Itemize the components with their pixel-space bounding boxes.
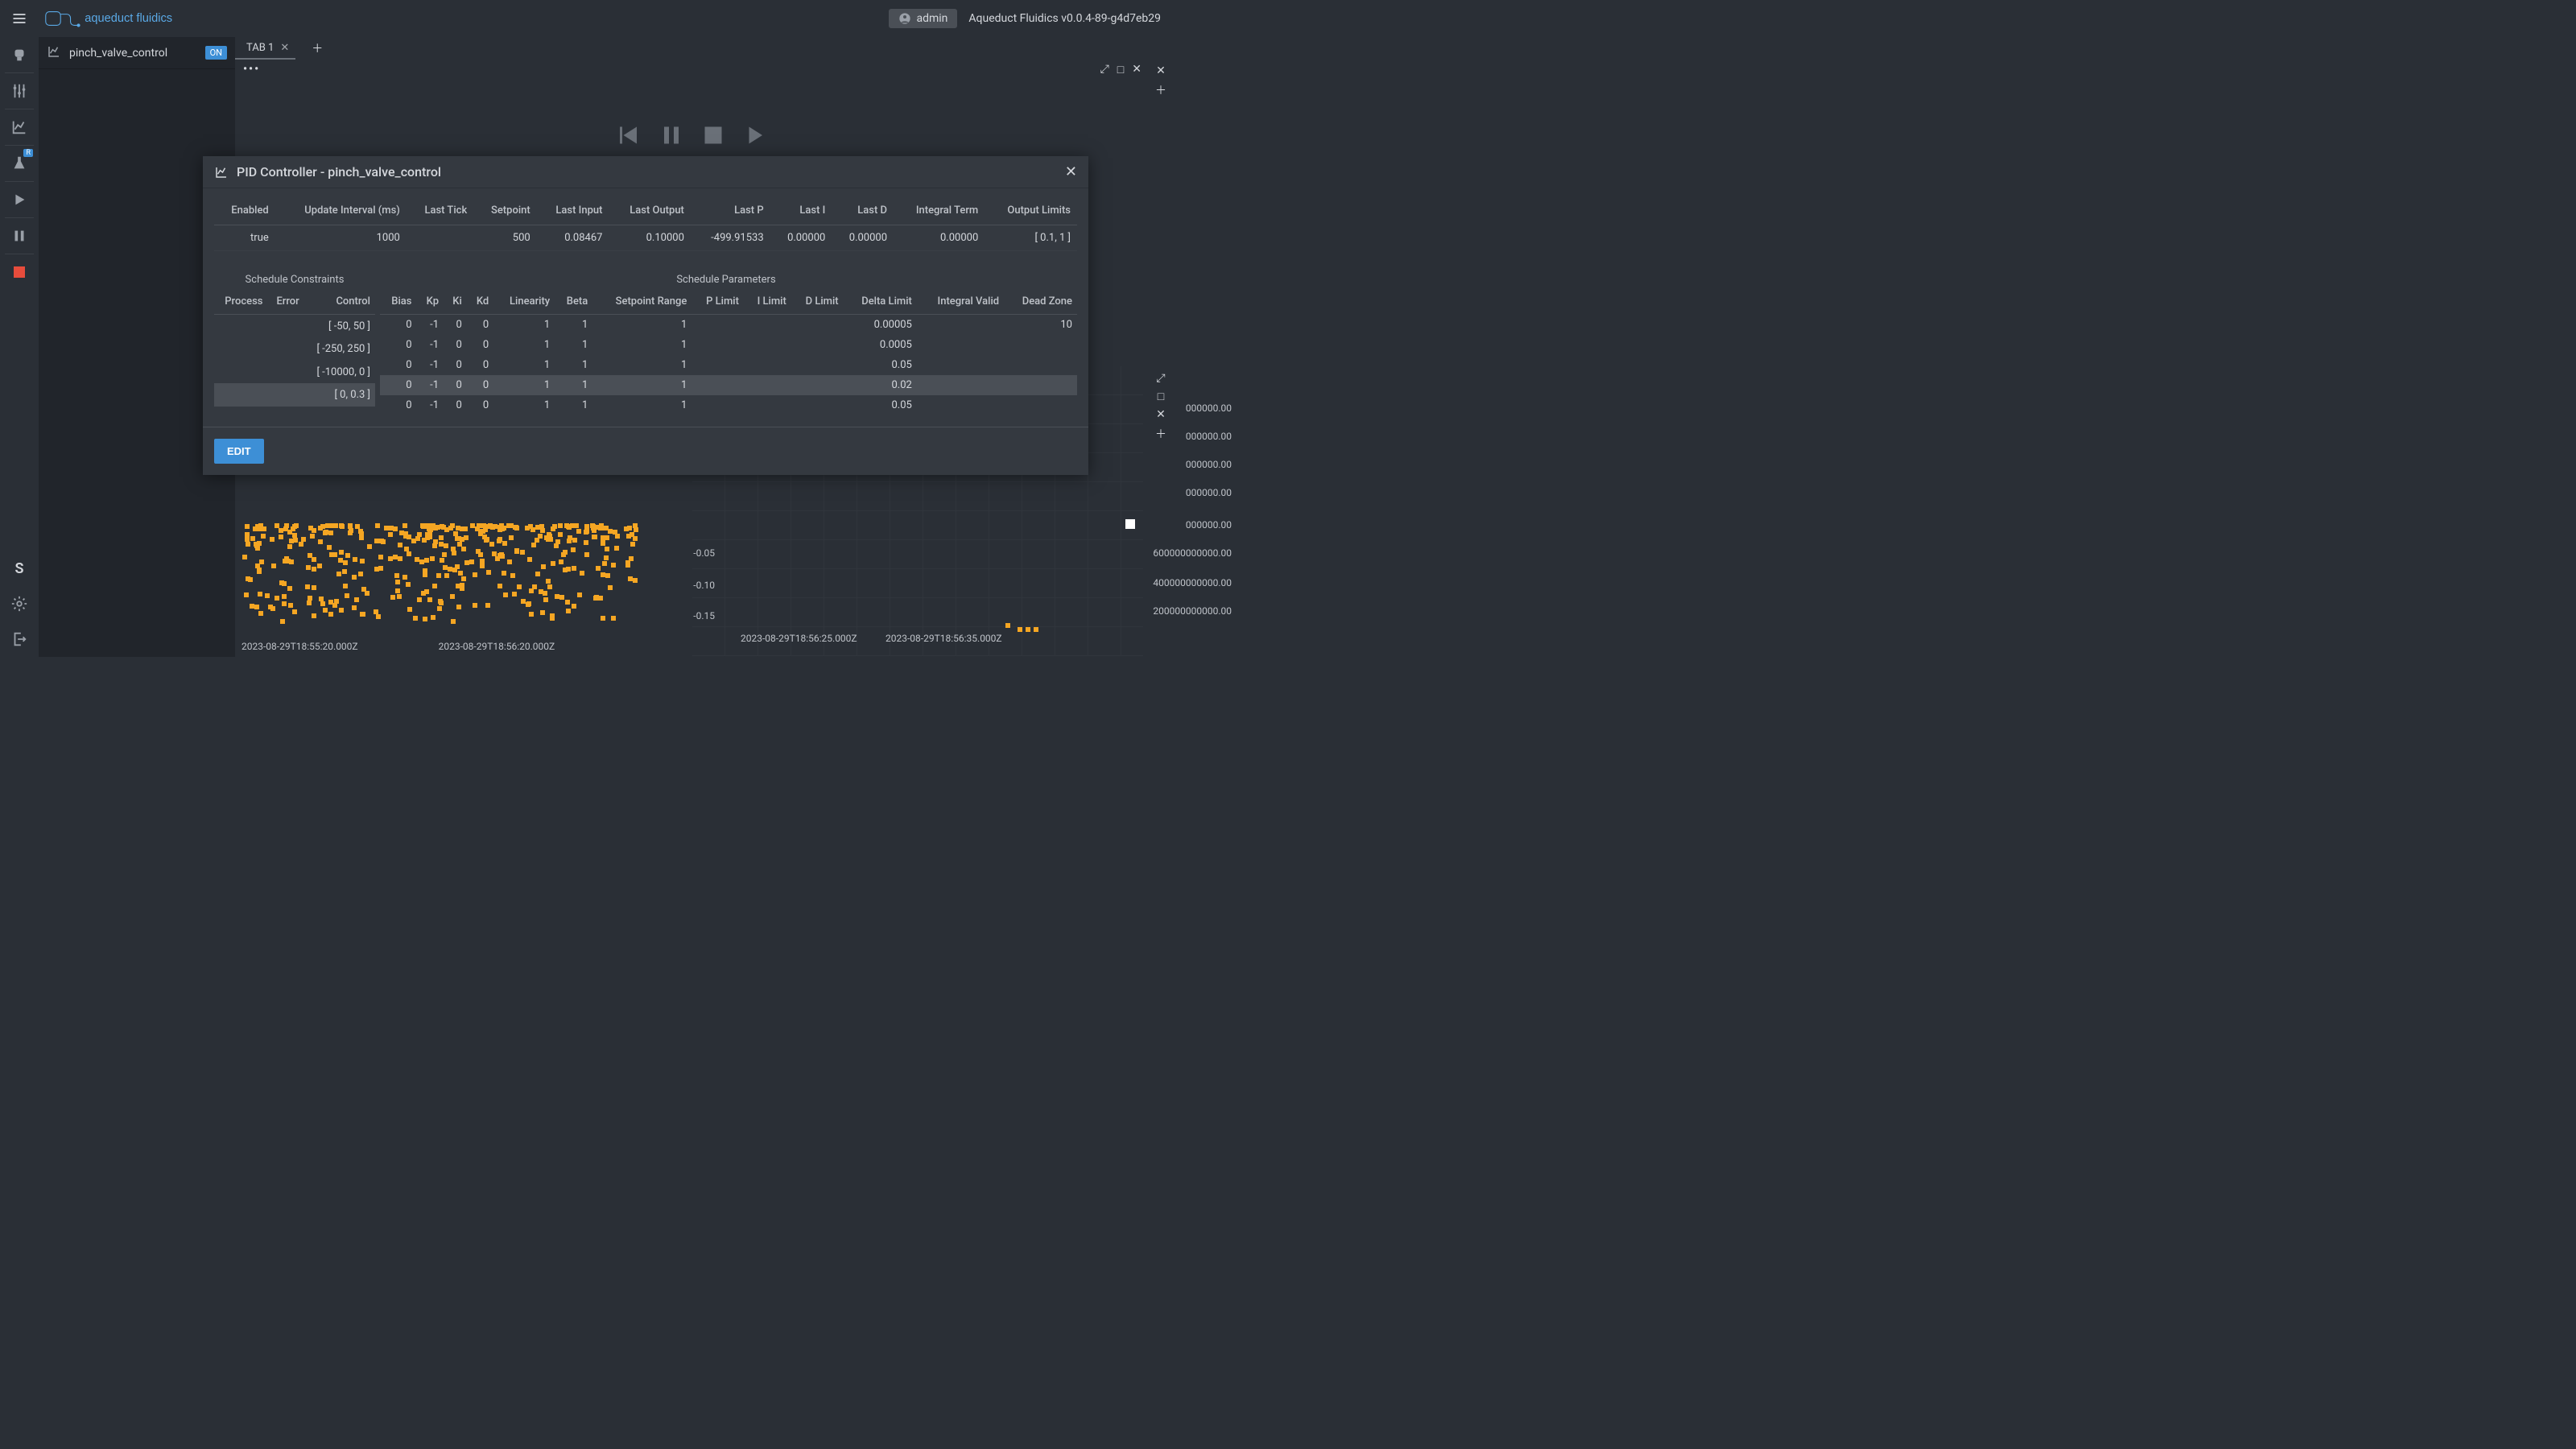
status-cell: 0.00000 bbox=[770, 225, 832, 251]
gutter-add-icon[interactable]: ＋ bbox=[1155, 82, 1166, 98]
panel-close-icon[interactable]: ✕ bbox=[1132, 63, 1141, 76]
modal-close-icon[interactable]: ✕ bbox=[1065, 163, 1077, 180]
status-header: Output Limits bbox=[985, 196, 1077, 225]
pause-icon[interactable] bbox=[657, 121, 686, 150]
status-header: Update Interval (ms) bbox=[275, 196, 407, 225]
status-cell: 0.08467 bbox=[537, 225, 609, 251]
rail-sliders-icon[interactable] bbox=[0, 73, 39, 109]
rail-robot-icon[interactable] bbox=[0, 37, 39, 72]
status-header: Last I bbox=[770, 196, 832, 225]
status-cell: true bbox=[214, 225, 275, 251]
section-constraints: Schedule Constraints bbox=[214, 251, 375, 289]
status-header: Last P bbox=[691, 196, 770, 225]
rail-flask-icon[interactable]: R bbox=[0, 146, 39, 181]
chart-icon bbox=[214, 165, 229, 180]
status-cell: 1000 bbox=[275, 225, 407, 251]
status-cell: 0.00000 bbox=[894, 225, 985, 251]
panel-collapse-icon[interactable]: ⤢ bbox=[1100, 63, 1109, 76]
brand-logo: aqueduct fluidics bbox=[45, 7, 206, 30]
status-header: Last Output bbox=[609, 196, 690, 225]
gutter-expand-icon[interactable]: ⤢ bbox=[1156, 372, 1165, 385]
rail-play-icon[interactable] bbox=[0, 182, 39, 217]
edit-button[interactable]: EDIT bbox=[214, 439, 264, 464]
status-header: Setpoint bbox=[473, 196, 536, 225]
rail-pause-icon[interactable] bbox=[0, 218, 39, 254]
panel-header: ••• ⤢ □ ✕ bbox=[235, 60, 1150, 79]
modal-title: PID Controller - pinch_valve_control bbox=[237, 164, 441, 180]
status-header: Last D bbox=[832, 196, 894, 225]
tab-label: TAB 1 bbox=[246, 42, 274, 54]
status-cell bbox=[407, 225, 473, 251]
user-chip[interactable]: admin bbox=[889, 9, 957, 28]
status-cell: 0.10000 bbox=[609, 225, 690, 251]
status-table: EnabledUpdate Interval (ms)Last TickSetp… bbox=[214, 196, 1077, 251]
on-badge: ON bbox=[205, 46, 227, 60]
user-name: admin bbox=[916, 12, 947, 25]
tab-close-icon[interactable]: ✕ bbox=[280, 42, 289, 54]
rail-gear-icon[interactable] bbox=[0, 586, 39, 621]
panel-menu-icon[interactable]: ••• bbox=[243, 63, 260, 76]
chart-left: -0.05 -0.10 -0.15 2023-08-29T18:55:20.00… bbox=[242, 523, 676, 652]
constraints-table: ProcessErrorControl [ -50, 50 ][ -250, 2… bbox=[214, 289, 375, 415]
rail-logout-icon[interactable] bbox=[0, 621, 39, 657]
rewind-icon[interactable] bbox=[615, 121, 644, 150]
app-header: aqueduct fluidics admin Aqueduct Fluidic… bbox=[0, 0, 1172, 37]
tab-add-icon[interactable]: ＋ bbox=[312, 40, 323, 56]
play-icon[interactable] bbox=[741, 121, 770, 150]
rail-s-icon[interactable]: S bbox=[0, 551, 39, 586]
right-gutter: ✕ ＋ ⤢ □ ✕ ＋ bbox=[1150, 60, 1172, 657]
pid-modal: PID Controller - pinch_valve_control ✕ E… bbox=[203, 156, 1088, 475]
status-header: Last Tick bbox=[407, 196, 473, 225]
status-cell: 0.00000 bbox=[832, 225, 894, 251]
tab-strip: TAB 1 ✕ ＋ bbox=[235, 37, 1172, 60]
stop-icon[interactable] bbox=[699, 121, 728, 150]
status-header: Enabled bbox=[214, 196, 275, 225]
rail-stop-icon[interactable] bbox=[0, 254, 39, 290]
user-icon bbox=[898, 12, 911, 25]
gutter-max-icon[interactable]: □ bbox=[1158, 390, 1164, 403]
chart-icon bbox=[47, 44, 61, 62]
menu-button[interactable] bbox=[0, 0, 39, 37]
status-cell: -499.91533 bbox=[691, 225, 770, 251]
status-cell: 500 bbox=[473, 225, 536, 251]
gutter-close-icon[interactable]: ✕ bbox=[1156, 64, 1166, 77]
modal-titlebar: PID Controller - pinch_valve_control ✕ bbox=[203, 156, 1088, 188]
tab-1[interactable]: TAB 1 ✕ bbox=[235, 37, 295, 60]
rail-chart-icon[interactable] bbox=[0, 109, 39, 145]
status-cell: [ 0.1, 1 ] bbox=[985, 225, 1077, 251]
controller-name: pinch_valve_control bbox=[69, 47, 205, 60]
parameters-table: BiasKpKiKdLinearityBetaSetpoint RangeP L… bbox=[380, 289, 1077, 415]
version-label: Aqueduct Fluidics v0.0.4-89-g4d7eb29 bbox=[968, 12, 1161, 25]
status-header: Last Input bbox=[537, 196, 609, 225]
status-header: Integral Term bbox=[894, 196, 985, 225]
svg-text:aqueduct fluidics: aqueduct fluidics bbox=[85, 12, 172, 25]
controller-list-item[interactable]: pinch_valve_control ON bbox=[39, 37, 235, 69]
playback-controls bbox=[235, 121, 1150, 150]
panel-maximize-icon[interactable]: □ bbox=[1117, 63, 1124, 76]
section-parameters: Schedule Parameters bbox=[375, 251, 1077, 289]
left-rail: R S bbox=[0, 37, 39, 657]
